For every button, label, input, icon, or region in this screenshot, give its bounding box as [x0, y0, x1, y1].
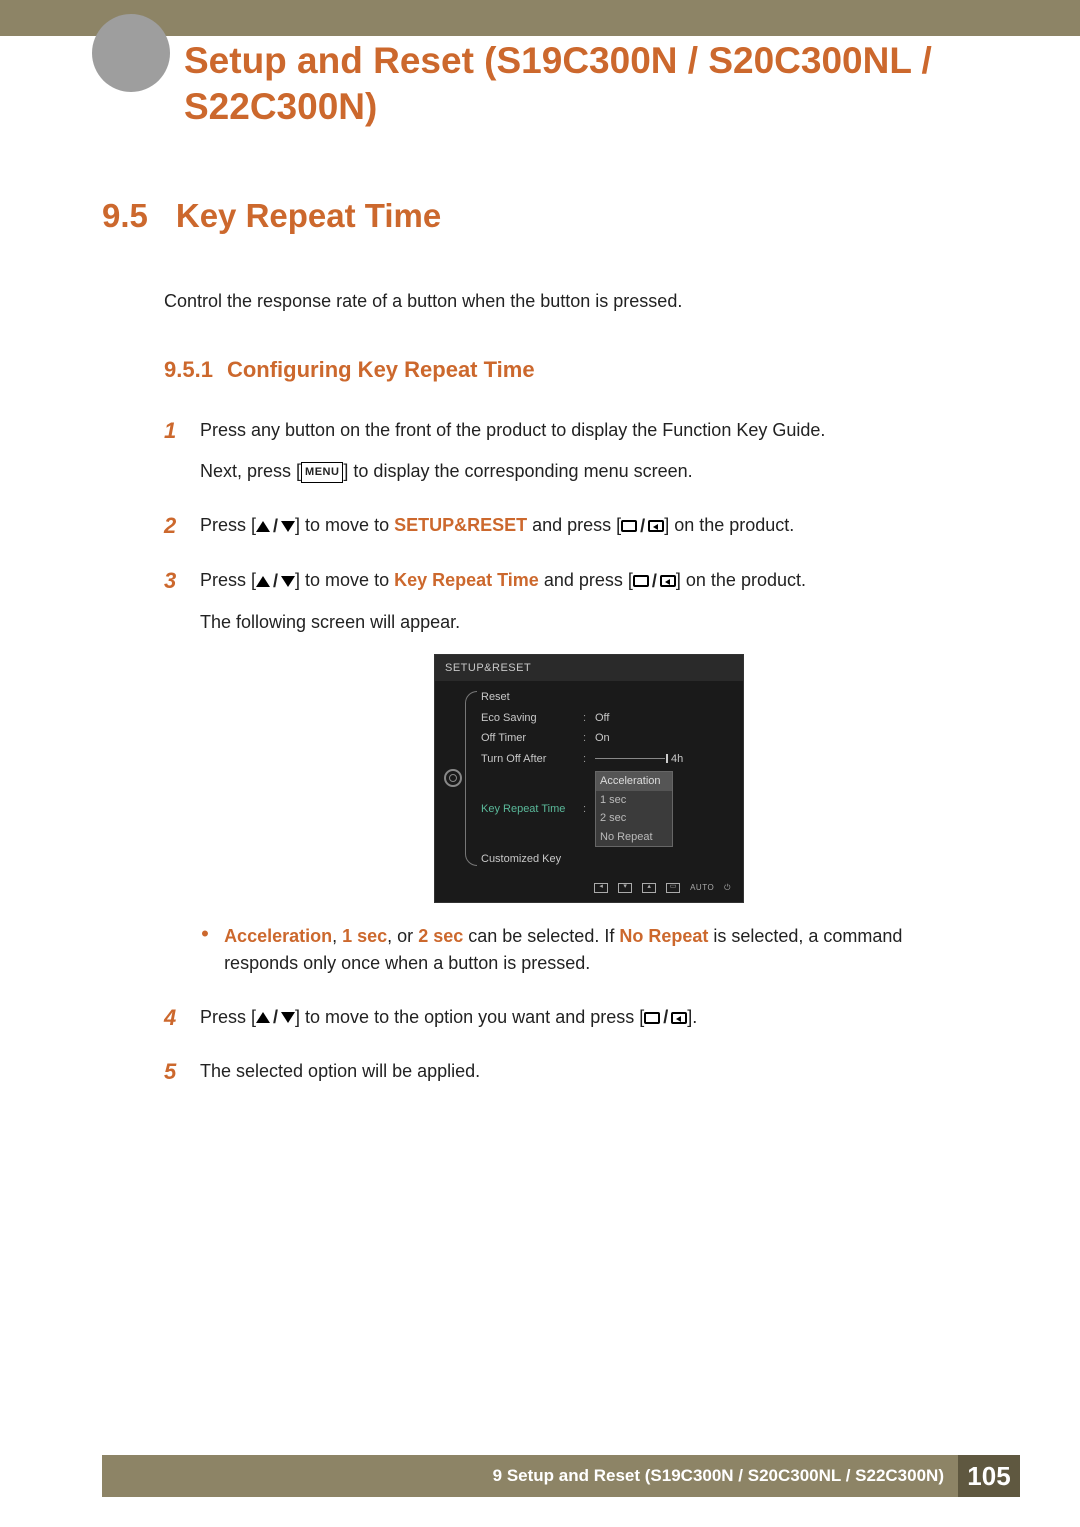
step-number: 2 [164, 509, 182, 554]
osd-footer-back-icon: ◂ [594, 883, 608, 893]
gear-icon [444, 769, 462, 787]
step-number: 4 [164, 1001, 182, 1046]
section-title: Key Repeat Time [176, 191, 441, 241]
triangle-down-icon [281, 1012, 295, 1023]
osd-row-eco: Eco Saving:Off [481, 708, 739, 729]
page-content: 9.5 Key Repeat Time Control the response… [0, 131, 1080, 1100]
osd-slider-icon [595, 758, 665, 759]
osd-dropdown-item: 2 sec [596, 809, 672, 828]
enter-icon [660, 575, 676, 587]
step-text: The following screen will appear. [200, 609, 978, 636]
subsection-number: 9.5.1 [164, 353, 213, 386]
up-down-icon: / [256, 513, 295, 540]
osd-footer-down-icon: ▾ [618, 883, 632, 893]
bullet-icon: • [200, 923, 210, 977]
section-heading: 9.5 Key Repeat Time [102, 191, 978, 241]
source-enter-icon: / [644, 1004, 687, 1031]
osd-dropdown-item: No Repeat [596, 828, 672, 847]
triangle-up-icon [256, 521, 270, 532]
rect-icon [644, 1012, 660, 1024]
triangle-up-icon [256, 576, 270, 587]
osd-title: SETUP&RESET [435, 655, 743, 682]
osd-row-offtimer: Off Timer:On [481, 728, 739, 749]
step-text: Press [/] to move to the option you want… [200, 1004, 978, 1032]
osd-footer-auto: AUTO [690, 882, 714, 894]
page-footer: 9 Setup and Reset (S19C300N / S20C300NL … [0, 1455, 1080, 1527]
triangle-down-icon [281, 521, 295, 532]
chapter-title: Setup and Reset (S19C300N / S20C300NL / … [102, 36, 1080, 131]
page-number: 105 [958, 1455, 1020, 1497]
source-enter-icon: / [633, 568, 676, 595]
step-number: 3 [164, 564, 182, 991]
step-2: 2 Press [/] to move to SETUP&RESET and p… [164, 509, 978, 554]
step-text: Press [/] to move to Key Repeat Time and… [200, 567, 978, 595]
step-3: 3 Press [/] to move to Key Repeat Time a… [164, 564, 978, 991]
step-number: 1 [164, 414, 182, 499]
menu-button-icon: MENU [301, 462, 343, 483]
rect-icon [633, 575, 649, 587]
osd-row-custom: Customized Key [481, 849, 739, 870]
step-text: The selected option will be applied. [200, 1058, 978, 1085]
header-area: Setup and Reset (S19C300N / S20C300NL / … [0, 36, 1080, 131]
subsection-heading: 9.5.1 Configuring Key Repeat Time [164, 353, 978, 386]
triangle-down-icon [281, 576, 295, 587]
steps-list: 1 Press any button on the front of the p… [164, 414, 978, 1099]
osd-footer-up-icon: ▴ [642, 883, 656, 893]
step-body: Press [/] to move to SETUP&RESET and pre… [200, 509, 978, 554]
rect-icon [621, 520, 637, 532]
step-body: Press any button on the front of the pro… [200, 414, 978, 499]
osd-footer: ◂ ▾ ▴ ▭ AUTO ⏻ [435, 878, 743, 900]
step-1: 1 Press any button on the front of the p… [164, 414, 978, 499]
osd-dropdown: Acceleration 1 sec 2 sec No Repeat [595, 771, 673, 847]
step-4: 4 Press [/] to move to the option you wa… [164, 1001, 978, 1046]
bullet-text: Acceleration, 1 sec, or 2 sec can be sel… [224, 923, 978, 977]
section-number: 9.5 [102, 191, 148, 241]
osd-footer-enter-icon: ▭ [666, 883, 680, 893]
osd-dropdown-item: 1 sec [596, 791, 672, 810]
step-number: 5 [164, 1055, 182, 1099]
osd-dropdown-selected: Acceleration [596, 772, 672, 791]
step-text: Press [/] to move to SETUP&RESET and pre… [200, 512, 978, 540]
up-down-icon: / [256, 1004, 295, 1031]
bullet-note: • Acceleration, 1 sec, or 2 sec can be s… [200, 923, 978, 977]
target-label: SETUP&RESET [394, 515, 527, 535]
enter-icon [648, 520, 664, 532]
osd-footer-power-icon: ⏻ [724, 882, 731, 894]
enter-icon [671, 1012, 687, 1024]
up-down-icon: / [256, 568, 295, 595]
step-body: The selected option will be applied. [200, 1055, 978, 1099]
footer-chapter-text: 9 Setup and Reset (S19C300N / S20C300NL … [493, 1466, 958, 1486]
section-intro: Control the response rate of a button wh… [164, 288, 978, 315]
step-text: Next, press [MENU] to display the corres… [200, 458, 978, 485]
target-label: Key Repeat Time [394, 570, 539, 590]
triangle-up-icon [256, 1012, 270, 1023]
osd-row-reset: Reset [481, 687, 739, 708]
osd-row-turnoff: Turn Off After:4h [481, 749, 739, 770]
osd-row-keyrepeat: Key Repeat Time: Acceleration 1 sec 2 se… [481, 769, 739, 849]
step-body: Press [/] to move to Key Repeat Time and… [200, 564, 978, 991]
osd-screenshot: SETUP&RESET Reset Eco Saving:Off Off Tim… [434, 654, 744, 903]
subsection-title: Configuring Key Repeat Time [227, 353, 535, 386]
step-5: 5 The selected option will be applied. [164, 1055, 978, 1099]
step-body: Press [/] to move to the option you want… [200, 1001, 978, 1046]
source-enter-icon: / [621, 513, 664, 540]
step-text: Press any button on the front of the pro… [200, 417, 978, 444]
osd-curve-icon [465, 691, 477, 866]
